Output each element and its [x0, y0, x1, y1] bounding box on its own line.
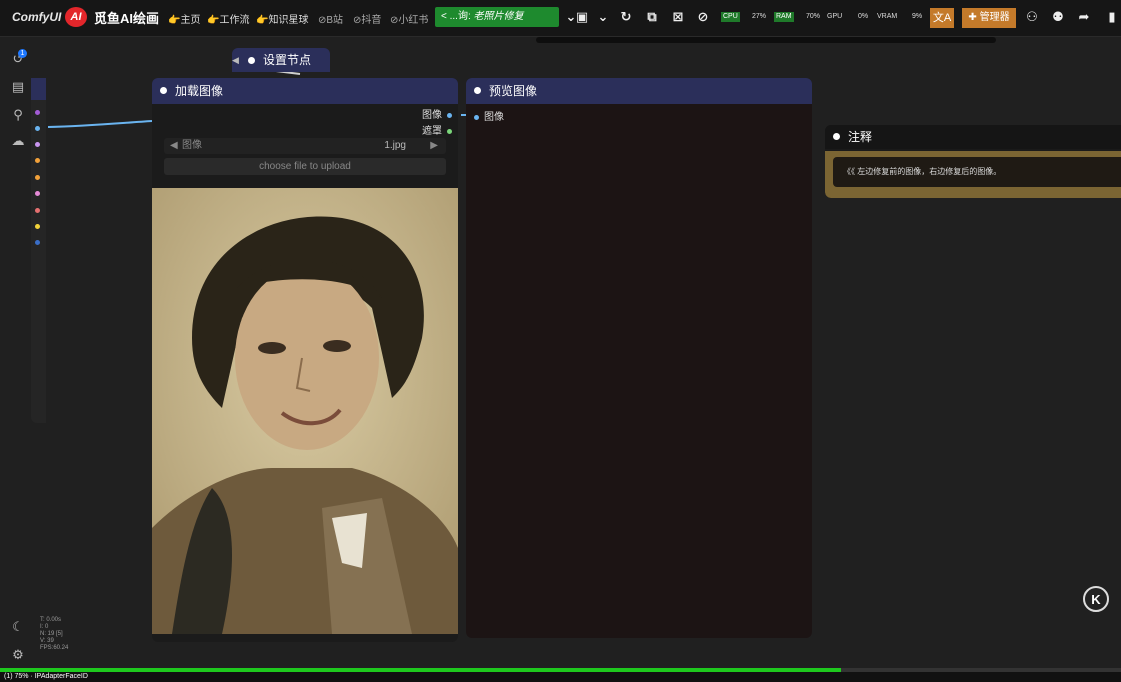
theme-moon-icon[interactable]: ☾ [10, 619, 26, 635]
settings-node-title: 设置节点 [263, 53, 312, 67]
note-title: 注释 [848, 130, 873, 144]
note-text[interactable]: 《《 左边修复前的图像，右边修复后的图像。 [833, 157, 1121, 187]
vram-label: VRAM [877, 13, 898, 20]
slot-dot[interactable] [35, 110, 40, 115]
combo-value: 1.jpg [384, 140, 406, 151]
menu-scrollbar[interactable] [536, 37, 996, 43]
slot-dot[interactable] [35, 191, 40, 196]
stat-v: V: 39 [40, 638, 54, 644]
douyin-link[interactable]: ⊘抖音 [353, 11, 381, 26]
workflow-link[interactable]: 👉工作流 [207, 11, 249, 26]
output-slot-image[interactable]: 图像 [422, 106, 452, 121]
mask-slot-dot[interactable] [447, 128, 452, 134]
note-node[interactable]: 注释 《《 左边修复前的图像，右边修复后的图像。 [825, 125, 1121, 198]
cancel-icon[interactable]: ⊘ [695, 8, 711, 26]
slot-dot[interactable] [35, 208, 40, 213]
panel-icon[interactable]: ▮ [1104, 8, 1120, 26]
note-header[interactable]: 注释 [825, 125, 1121, 149]
combo-right-arrow-icon[interactable]: ▶ [430, 138, 438, 154]
preview-image-title: 预览图像 [489, 84, 538, 98]
comfyui-brand[interactable]: ComfyUI [12, 10, 61, 24]
top-menu-bar: ComfyUI AI 觅鱼AI绘画 👉主页 👉工作流 👉知识星球 ⊘B站 ⊘抖音… [0, 0, 1121, 43]
combo-left-arrow-icon[interactable]: ◀ [170, 138, 178, 154]
preview-image-header[interactable]: 预览图像 [466, 78, 812, 104]
cpu-value: 27% [752, 13, 767, 20]
slot-dot[interactable] [35, 240, 40, 245]
clipboard-icon[interactable]: ⧉ [644, 8, 660, 26]
k-floating-button[interactable]: K [1083, 586, 1109, 612]
input-image-label: 图像 [484, 112, 504, 123]
node-status-dot [248, 57, 255, 65]
cpu-label: CPU [721, 12, 740, 22]
queue-icon[interactable]: ▤ [10, 79, 26, 95]
user-settings-icon[interactable]: ⚉ [1050, 8, 1066, 26]
xiaohongshu-link[interactable]: ⊘小红书 [390, 11, 428, 26]
stat-nodes: N: 19 [5] [40, 631, 63, 637]
node-status-dot [474, 87, 481, 95]
load-image-title: 加载图像 [175, 84, 224, 98]
portrait-photo [152, 188, 458, 634]
collapsed-node-left[interactable] [31, 78, 46, 423]
ram-label: RAM [774, 12, 794, 22]
slot-dot[interactable] [35, 175, 40, 180]
brand-name: 觅鱼AI绘画 [94, 11, 160, 26]
model-library-icon[interactable]: ☁ [10, 133, 26, 149]
combo-label: 图像 [182, 140, 202, 151]
workflow-tab[interactable]: < ...询: 老照片修复 [435, 7, 559, 27]
refresh-icon[interactable]: ↻ [618, 8, 634, 26]
left-sidebar: ↺ ▤ ⚲ ☁ ☾ ⚙ [0, 37, 34, 667]
image-link [47, 120, 153, 128]
output-image-label: 图像 [422, 110, 442, 121]
user-icon[interactable]: ⚇ [1024, 8, 1040, 26]
progress-status-text: (1) 75% · IPAdapterFaceID [0, 672, 1121, 682]
chevron-down-icon[interactable]: ⌄ [595, 8, 611, 26]
collapse-arrow-icon[interactable]: ◀ [232, 48, 239, 72]
node-status-dot [160, 87, 167, 95]
settings-gear-icon[interactable]: ⚙ [10, 647, 26, 663]
puzzle-icon: ✚ [968, 12, 980, 23]
image-slot-dot[interactable] [447, 112, 452, 118]
image-slot-dot[interactable] [474, 114, 479, 120]
stat-time: T: 0.00s [40, 617, 62, 623]
node-library-icon[interactable]: ⚲ [10, 107, 26, 123]
stat-i: I: 0 [40, 624, 49, 630]
image-combo-widget[interactable]: ◀ 图像 1.jpg ▶ [164, 138, 446, 154]
load-image-header[interactable]: 加载图像 [152, 78, 458, 104]
upload-button[interactable]: choose file to upload [164, 158, 446, 175]
workflow-tab-name: 老照片修复 [473, 11, 524, 22]
share-arrow-icon[interactable]: ➦ [1076, 8, 1092, 26]
settings-node-header[interactable]: ◀ 设置节点 [232, 48, 330, 72]
canvas-stats: T: 0.00s I: 0 N: 19 [5] V: 39 FPS:60.24 [40, 617, 68, 652]
output-mask-label: 遮罩 [422, 126, 442, 137]
stat-fps: FPS:60.24 [40, 645, 69, 651]
output-slot-mask[interactable]: 遮罩 [422, 122, 452, 137]
collapsed-node-header[interactable] [31, 78, 46, 100]
home-link[interactable]: 👉主页 [168, 11, 200, 26]
load-image-node[interactable]: 加载图像 图像 遮罩 ◀ 图像 1.jpg ▶ choose file to u… [152, 78, 458, 642]
manager-label: 管理器 [979, 12, 1010, 23]
save-icon[interactable]: ▣ [574, 8, 590, 26]
gpu-label: GPU [827, 13, 843, 20]
queue-count-badge: 1 [18, 49, 27, 58]
logo-icon: AI [65, 7, 87, 27]
share-icon: < [441, 11, 447, 22]
slot-dot[interactable] [35, 142, 40, 147]
ram-value: 70% [806, 13, 821, 20]
gpu-value: 0% [858, 13, 869, 20]
slot-dot[interactable] [35, 224, 40, 229]
slot-dot[interactable] [35, 158, 40, 163]
preview-image-node[interactable]: 预览图像 图像 [466, 78, 812, 638]
note-body: 《《 左边修复前的图像，右边修复后的图像。 [825, 151, 1121, 198]
bilibili-link[interactable]: ⊘B站 [318, 11, 343, 26]
manager-button[interactable]: ✚ 管理器 [962, 8, 1016, 28]
fit-view-icon[interactable]: ⊠ [670, 8, 686, 26]
vram-value: 9% [912, 13, 923, 20]
input-slot-image[interactable]: 图像 [474, 108, 504, 123]
translate-button[interactable]: 文A [930, 8, 954, 28]
slot-dot[interactable] [35, 126, 40, 131]
node-status-dot [833, 133, 840, 141]
loaded-image-preview [152, 188, 458, 634]
knowledge-planet-link[interactable]: 👉知识星球 [256, 11, 308, 26]
workflow-tab-prefix: ...询: [449, 11, 471, 22]
